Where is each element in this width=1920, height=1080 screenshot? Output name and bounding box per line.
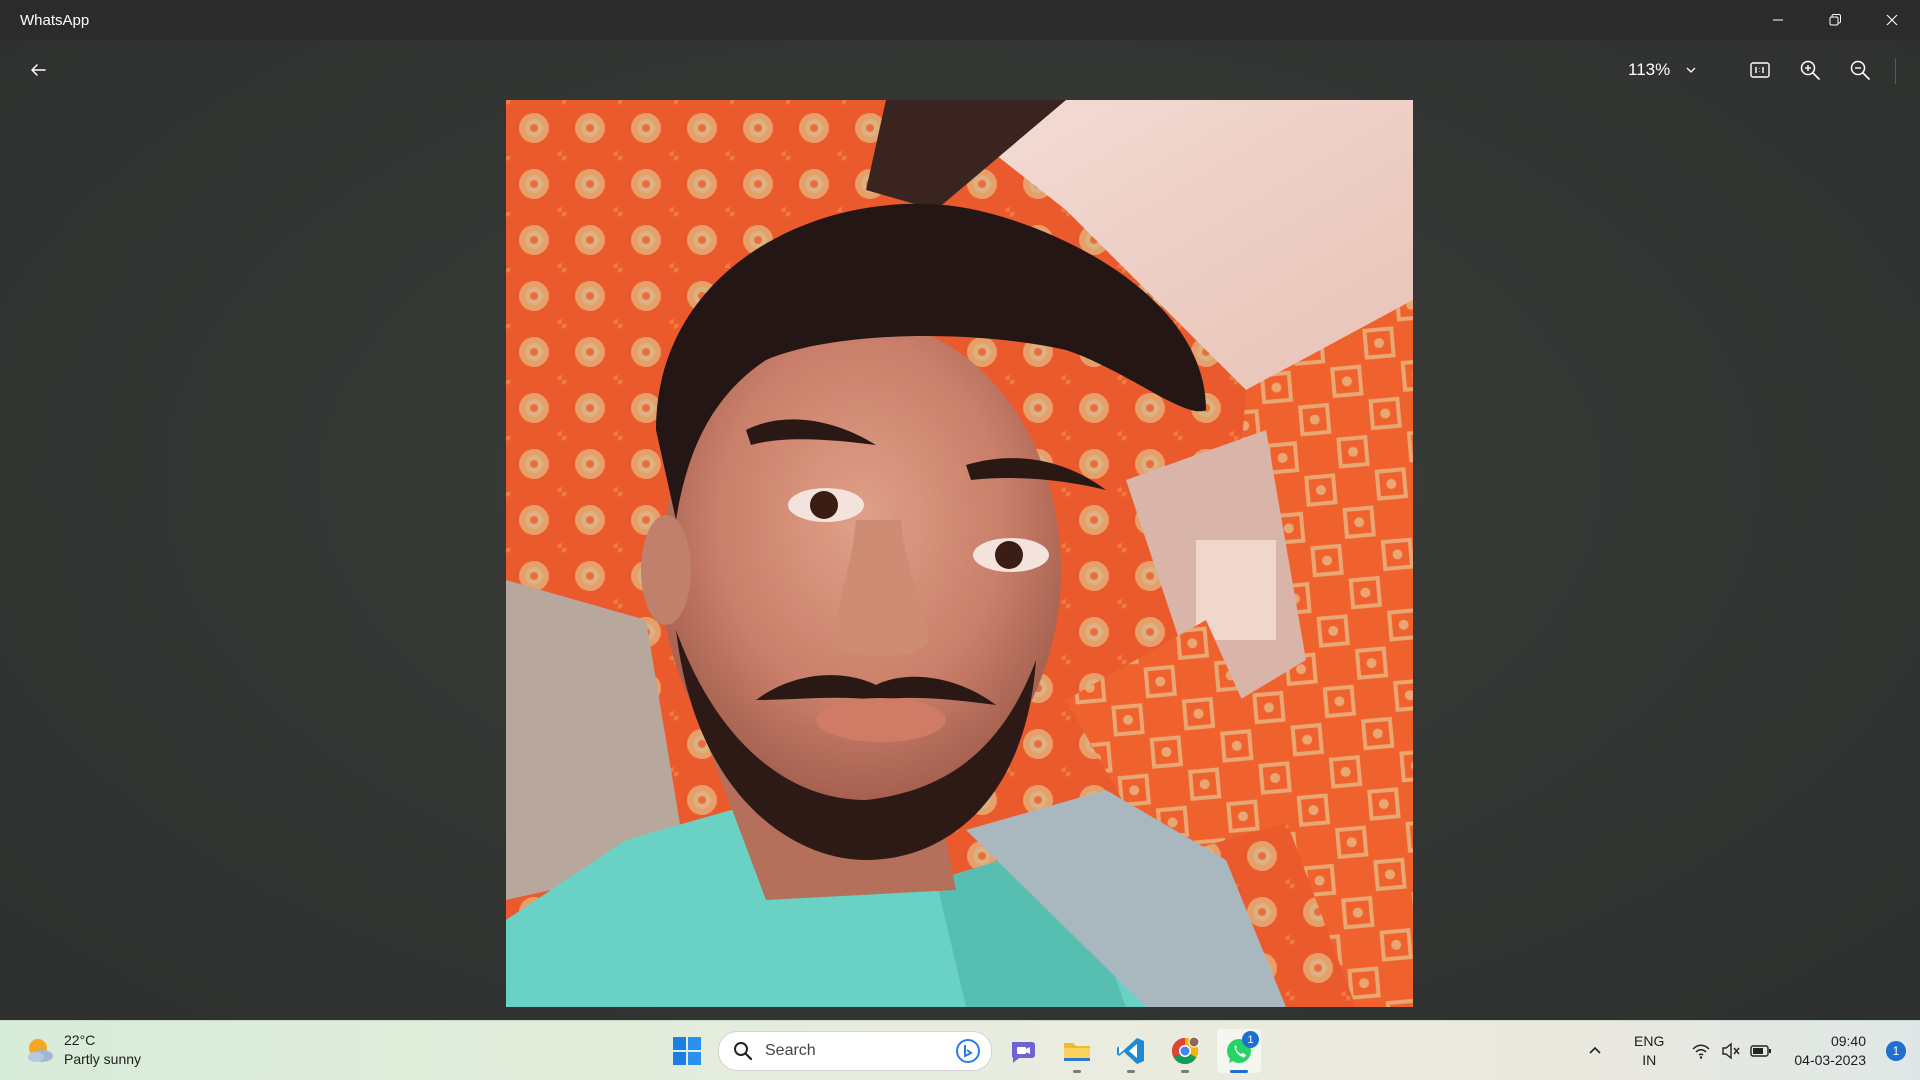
active-indicator — [1230, 1070, 1248, 1073]
language-code: ENG — [1634, 1033, 1665, 1049]
zoom-in-icon — [1800, 60, 1820, 80]
close-icon — [1886, 14, 1897, 26]
clock[interactable]: 09:40 04-03-2023 — [1794, 1032, 1866, 1070]
minimize-button[interactable] — [1749, 0, 1806, 40]
toolbar-divider — [1895, 58, 1896, 84]
back-arrow-icon — [31, 64, 46, 76]
weather-temperature: 22°C — [64, 1032, 96, 1048]
weather-condition: Partly sunny — [64, 1051, 142, 1067]
wifi-icon — [1687, 1037, 1715, 1065]
actual-size-icon — [1750, 62, 1770, 78]
battery-icon — [1747, 1037, 1775, 1065]
zoom-level-dropdown[interactable]: 113% — [1628, 54, 1698, 86]
partly-sunny-icon — [28, 1039, 53, 1062]
back-button[interactable] — [20, 52, 56, 88]
taskbar-app-vscode[interactable] — [1109, 1029, 1153, 1073]
taskbar-app-whatsapp[interactable]: 1 — [1217, 1029, 1261, 1073]
volume-muted-icon — [1717, 1037, 1745, 1065]
taskbar-apps: Search 1 — [660, 1029, 1266, 1073]
chevron-down-icon — [1686, 67, 1696, 73]
running-indicator — [1073, 1070, 1081, 1073]
running-indicator — [1181, 1070, 1189, 1073]
profile-photo[interactable] — [506, 100, 1413, 1007]
window-controls — [1749, 0, 1920, 40]
quick-settings[interactable] — [1686, 1037, 1776, 1065]
chevron-up-icon — [1589, 1046, 1601, 1054]
restore-icon — [1829, 14, 1841, 26]
portrait-image — [506, 100, 1413, 1007]
zoom-out-button[interactable] — [1842, 52, 1878, 88]
search-icon — [734, 1042, 753, 1061]
show-hidden-icons-button[interactable] — [1580, 1036, 1610, 1066]
title-bar: WhatsApp — [0, 0, 1920, 40]
search-placeholder: Search — [765, 1042, 816, 1059]
weather-widget[interactable]: 22°C Partly sunny — [24, 1031, 141, 1069]
taskbar-app-file-explorer[interactable] — [1055, 1029, 1099, 1073]
restore-button[interactable] — [1806, 0, 1863, 40]
bing-icon[interactable] — [955, 1038, 981, 1064]
clock-date: 04-03-2023 — [1794, 1052, 1866, 1068]
actual-size-button[interactable] — [1742, 52, 1778, 88]
window-title: WhatsApp — [20, 11, 90, 29]
system-tray: ENG IN 09:40 04-03-2023 1 — [1580, 1021, 1920, 1080]
clock-time: 09:40 — [1830, 1033, 1866, 1049]
taskbar-search[interactable]: Search — [718, 1031, 992, 1071]
zoom-out-icon — [1850, 60, 1870, 80]
language-region: IN — [1642, 1052, 1657, 1068]
taskbar: 22°C Partly sunny Search 1 ENG IN 09:40 … — [0, 1020, 1920, 1080]
chrome-icon — [1171, 1036, 1200, 1065]
start-button[interactable] — [665, 1029, 709, 1073]
taskbar-app-chrome[interactable] — [1163, 1029, 1207, 1073]
teams-chat-icon — [1012, 1042, 1035, 1063]
zoom-in-button[interactable] — [1792, 52, 1828, 88]
zoom-level-value: 113% — [1628, 60, 1671, 79]
running-indicator — [1127, 1070, 1135, 1073]
vscode-icon — [1117, 1038, 1144, 1064]
whatsapp-badge: 1 — [1242, 1031, 1259, 1048]
folder-icon — [1064, 1043, 1090, 1061]
image-viewer: 113% — [0, 40, 1920, 1020]
language-indicator[interactable]: ENG IN — [1634, 1032, 1664, 1070]
notification-count-badge[interactable]: 1 — [1886, 1041, 1906, 1061]
windows-logo-icon — [673, 1037, 701, 1065]
viewer-toolbar: 113% — [0, 40, 1920, 100]
minimize-icon — [1772, 19, 1783, 21]
taskbar-app-teams-chat[interactable] — [1001, 1029, 1045, 1073]
close-button[interactable] — [1863, 0, 1920, 40]
